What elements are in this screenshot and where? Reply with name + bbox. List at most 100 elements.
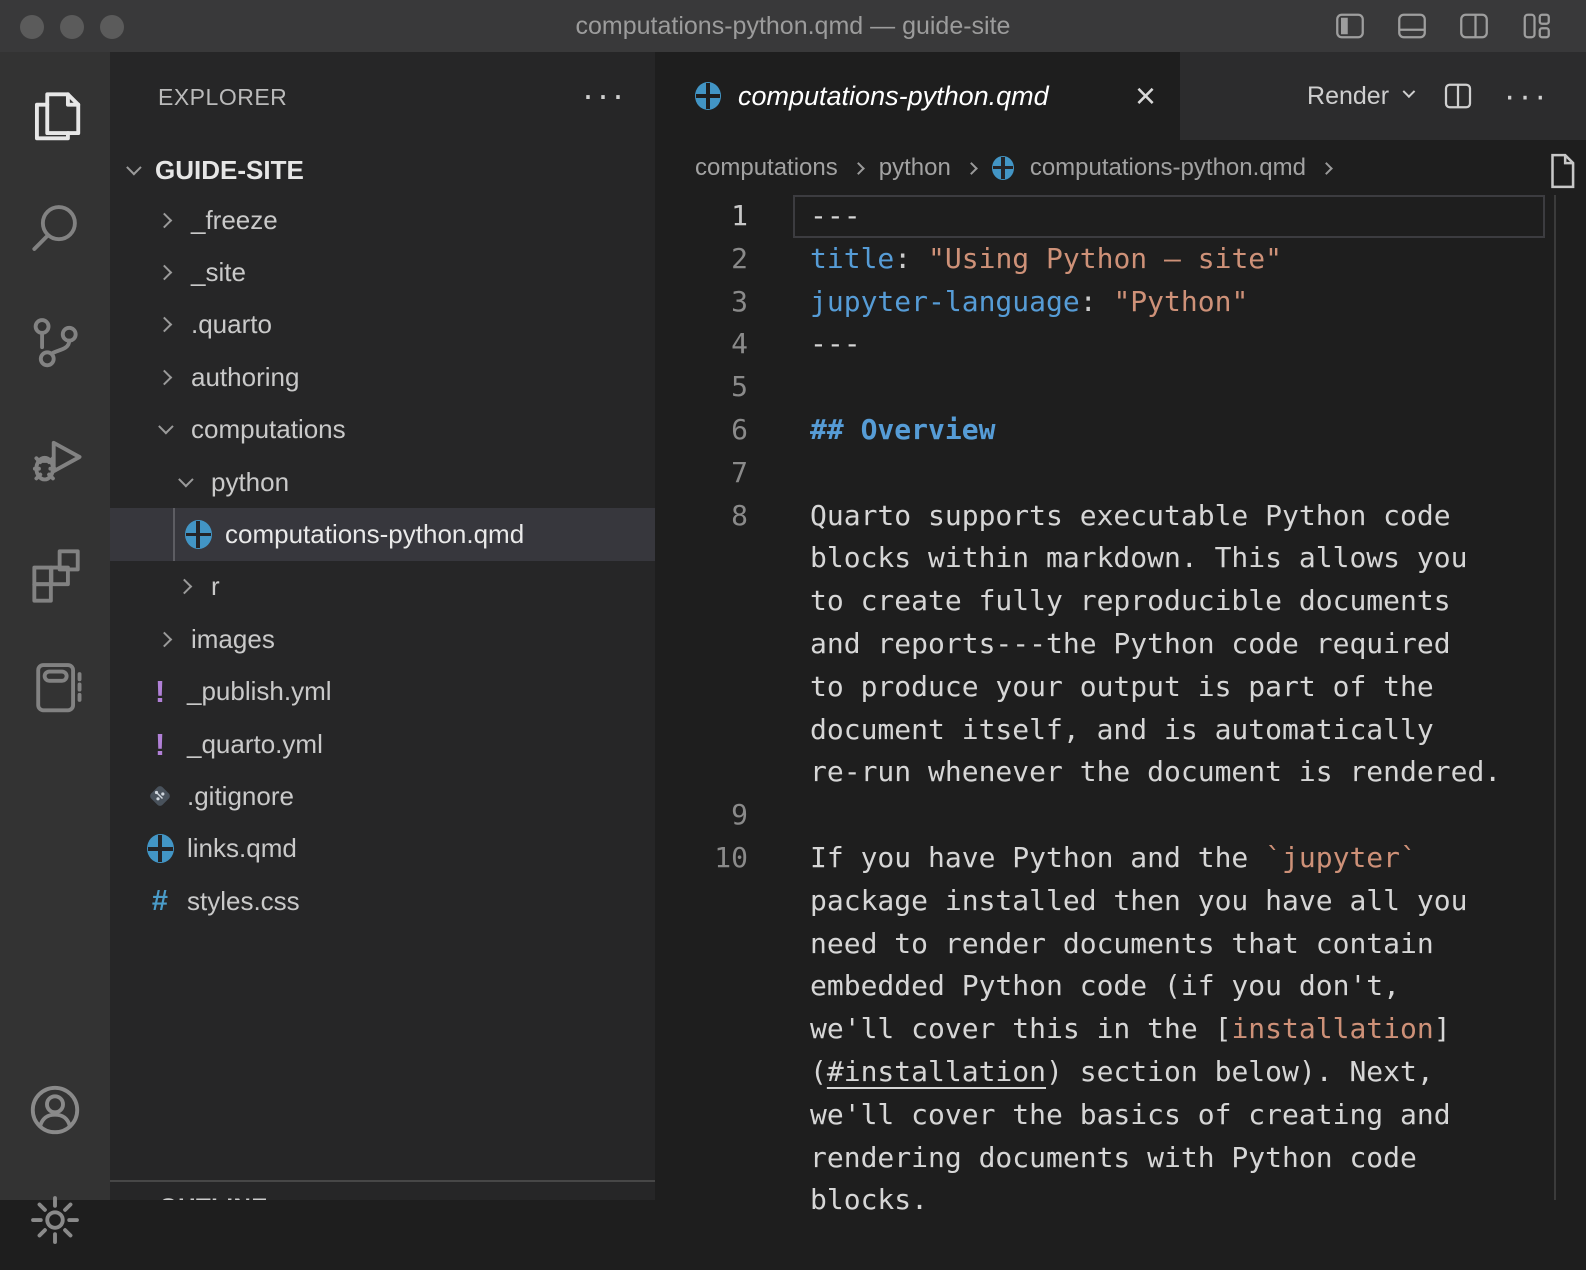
breadcrumb-folder[interactable]: computations bbox=[695, 154, 838, 182]
tree-item-label: authoring bbox=[191, 362, 299, 393]
outline-header-row[interactable]: OUTLINE bbox=[110, 1182, 655, 1200]
code-line-3[interactable]: 3jupyter-language: "Python" bbox=[655, 281, 1586, 324]
code-editor[interactable]: 1---2 title: "Using Python — site"3jupyte… bbox=[655, 195, 1586, 1222]
line-number: 2 bbox=[655, 238, 748, 281]
tree-item-gitignore[interactable]: .gitignore bbox=[110, 770, 655, 822]
code-line-9[interactable]: 9 bbox=[655, 794, 1586, 837]
render-button[interactable]: Render bbox=[1307, 82, 1412, 111]
tree-item-r[interactable]: r bbox=[110, 561, 655, 613]
code-text: jupyter-language: "Python" bbox=[810, 281, 1248, 324]
folder-twistie bbox=[150, 215, 178, 226]
tree-item-publish-yml[interactable]: !_publish.yml bbox=[110, 666, 655, 718]
code-line-10-wrap[interactable]: need to render documents that contain bbox=[655, 923, 1586, 966]
quarto-file-icon bbox=[147, 834, 174, 863]
code-text: title: "Using Python — site" bbox=[810, 238, 1282, 281]
code-line-10[interactable]: 10If you have Python and the `jupyter` bbox=[655, 837, 1586, 880]
chevron-right-icon bbox=[176, 579, 192, 595]
code-line-6[interactable]: 6## Overview bbox=[655, 409, 1586, 452]
folder-twistie bbox=[150, 267, 178, 278]
code-text: we'll cover the basics of creating and bbox=[810, 1094, 1451, 1137]
line-number: 7 bbox=[655, 452, 748, 495]
breadcrumbs: computations python computations-python.… bbox=[655, 140, 1586, 195]
tree-item-computations-python-qmd[interactable]: computations-python.qmd bbox=[110, 508, 655, 560]
tab-computations-python[interactable]: computations-python.qmd × bbox=[655, 52, 1180, 140]
code-text: blocks within markdown. This allows you bbox=[810, 537, 1467, 580]
line-number bbox=[655, 666, 748, 709]
close-tab-icon[interactable]: × bbox=[1135, 78, 1156, 114]
toggle-panel-icon[interactable] bbox=[1392, 8, 1432, 44]
code-line-10-wrap[interactable]: we'll cover the basics of creating and bbox=[655, 1094, 1586, 1137]
chevron-down-icon bbox=[158, 419, 174, 435]
code-line-8[interactable]: 8 Quarto supports executable Python code bbox=[655, 495, 1586, 538]
tree-item-authoring[interactable]: authoring bbox=[110, 351, 655, 403]
chevron-right-icon bbox=[1320, 162, 1333, 175]
folder-twistie bbox=[170, 581, 198, 592]
render-label: Render bbox=[1307, 82, 1389, 111]
explorer-more-actions-icon[interactable]: ··· bbox=[582, 74, 627, 116]
line-number: 8 bbox=[655, 495, 748, 538]
tree-item-computations[interactable]: computations bbox=[110, 404, 655, 456]
tree-item-links-qmd[interactable]: links.qmd bbox=[110, 823, 655, 875]
tab-label: computations-python.qmd bbox=[738, 81, 1049, 112]
tree-item-python[interactable]: python bbox=[110, 456, 655, 508]
workspace-root-label: GUIDE-SITE bbox=[155, 155, 304, 186]
folder-twistie bbox=[150, 319, 178, 330]
code-line-8-wrap[interactable]: document itself, and is automatically bbox=[655, 709, 1586, 752]
code-line-10-wrap[interactable]: we'll cover this in the [installation] bbox=[655, 1008, 1586, 1051]
split-editor-icon[interactable] bbox=[1440, 78, 1476, 114]
code-line-8-wrap[interactable]: blocks within markdown. This allows you bbox=[655, 537, 1586, 580]
code-line-8-wrap[interactable]: re-run whenever the document is rendered… bbox=[655, 751, 1586, 794]
customize-layout-icon[interactable] bbox=[1516, 8, 1556, 44]
code-line-10-wrap[interactable]: (#installation) section below). Next, bbox=[655, 1051, 1586, 1094]
tree-item-label: r bbox=[211, 571, 220, 602]
line-number: 5 bbox=[655, 366, 748, 409]
toggle-primary-sidebar-icon[interactable] bbox=[1330, 8, 1370, 44]
more-actions-icon[interactable]: ··· bbox=[1504, 77, 1550, 116]
settings-gear-icon[interactable] bbox=[0, 1170, 110, 1270]
line-number bbox=[655, 1051, 748, 1094]
tree-item-label: _freeze bbox=[191, 205, 278, 236]
tree-item-label: python bbox=[211, 467, 289, 498]
title-bar: computations-python.qmd — guide-site bbox=[0, 0, 1586, 52]
tree-item-quarto-yml[interactable]: !_quarto.yml bbox=[110, 718, 655, 770]
tree-item-label: _publish.yml bbox=[187, 676, 332, 707]
run-debug-icon[interactable] bbox=[0, 407, 110, 507]
notebook-icon[interactable] bbox=[0, 637, 110, 737]
tree-item-quarto[interactable]: .quarto bbox=[110, 299, 655, 351]
scrollbar-ruler[interactable] bbox=[1554, 195, 1556, 1200]
breadcrumb-file[interactable]: computations-python.qmd bbox=[1030, 154, 1306, 182]
code-line-4[interactable]: 4--- bbox=[655, 323, 1586, 366]
tree-item-site[interactable]: _site bbox=[110, 246, 655, 298]
file-icon-slot: ! bbox=[146, 729, 174, 760]
tree-item-styles-css[interactable]: #styles.css bbox=[110, 875, 655, 927]
line-number bbox=[655, 880, 748, 923]
line-number bbox=[655, 751, 748, 794]
code-line-10-wrap[interactable]: embedded Python code (if you don't, bbox=[655, 965, 1586, 1008]
code-line-7[interactable]: 7 bbox=[655, 452, 1586, 495]
code-line-10-wrap[interactable]: rendering documents with Python code bbox=[655, 1137, 1586, 1180]
code-text: Quarto supports executable Python code bbox=[810, 495, 1451, 538]
code-line-2[interactable]: 2 title: "Using Python — site" bbox=[655, 238, 1586, 281]
account-icon[interactable] bbox=[0, 1060, 110, 1160]
tree-item-images[interactable]: images bbox=[110, 613, 655, 665]
code-line-10-wrap[interactable]: blocks. bbox=[655, 1179, 1586, 1222]
code-line-8-wrap[interactable]: to produce your output is part of the bbox=[655, 666, 1586, 709]
code-line-8-wrap[interactable]: and reports---the Python code required bbox=[655, 623, 1586, 666]
code-line-5[interactable]: 5 bbox=[655, 366, 1586, 409]
breadcrumb-folder[interactable]: python bbox=[879, 154, 951, 182]
tree-item-freeze[interactable]: _freeze bbox=[110, 194, 655, 246]
code-line-8-wrap[interactable]: to create fully reproducible documents bbox=[655, 580, 1586, 623]
line-number bbox=[655, 1137, 748, 1180]
explorer-icon[interactable] bbox=[0, 65, 110, 165]
folder-twistie bbox=[170, 477, 198, 488]
activity-bar bbox=[0, 52, 110, 1200]
code-line-1[interactable]: 1--- bbox=[655, 195, 1586, 238]
workspace-root-row[interactable]: GUIDE-SITE bbox=[110, 144, 655, 196]
toggle-secondary-sidebar-icon[interactable] bbox=[1454, 8, 1494, 44]
code-line-10-wrap[interactable]: package installed then you have all you bbox=[655, 880, 1586, 923]
source-control-icon[interactable] bbox=[0, 292, 110, 392]
chevron-down-icon bbox=[1403, 85, 1416, 98]
extensions-icon[interactable] bbox=[0, 522, 110, 622]
tree-item-label: computations bbox=[191, 414, 346, 445]
search-icon[interactable] bbox=[0, 177, 110, 277]
